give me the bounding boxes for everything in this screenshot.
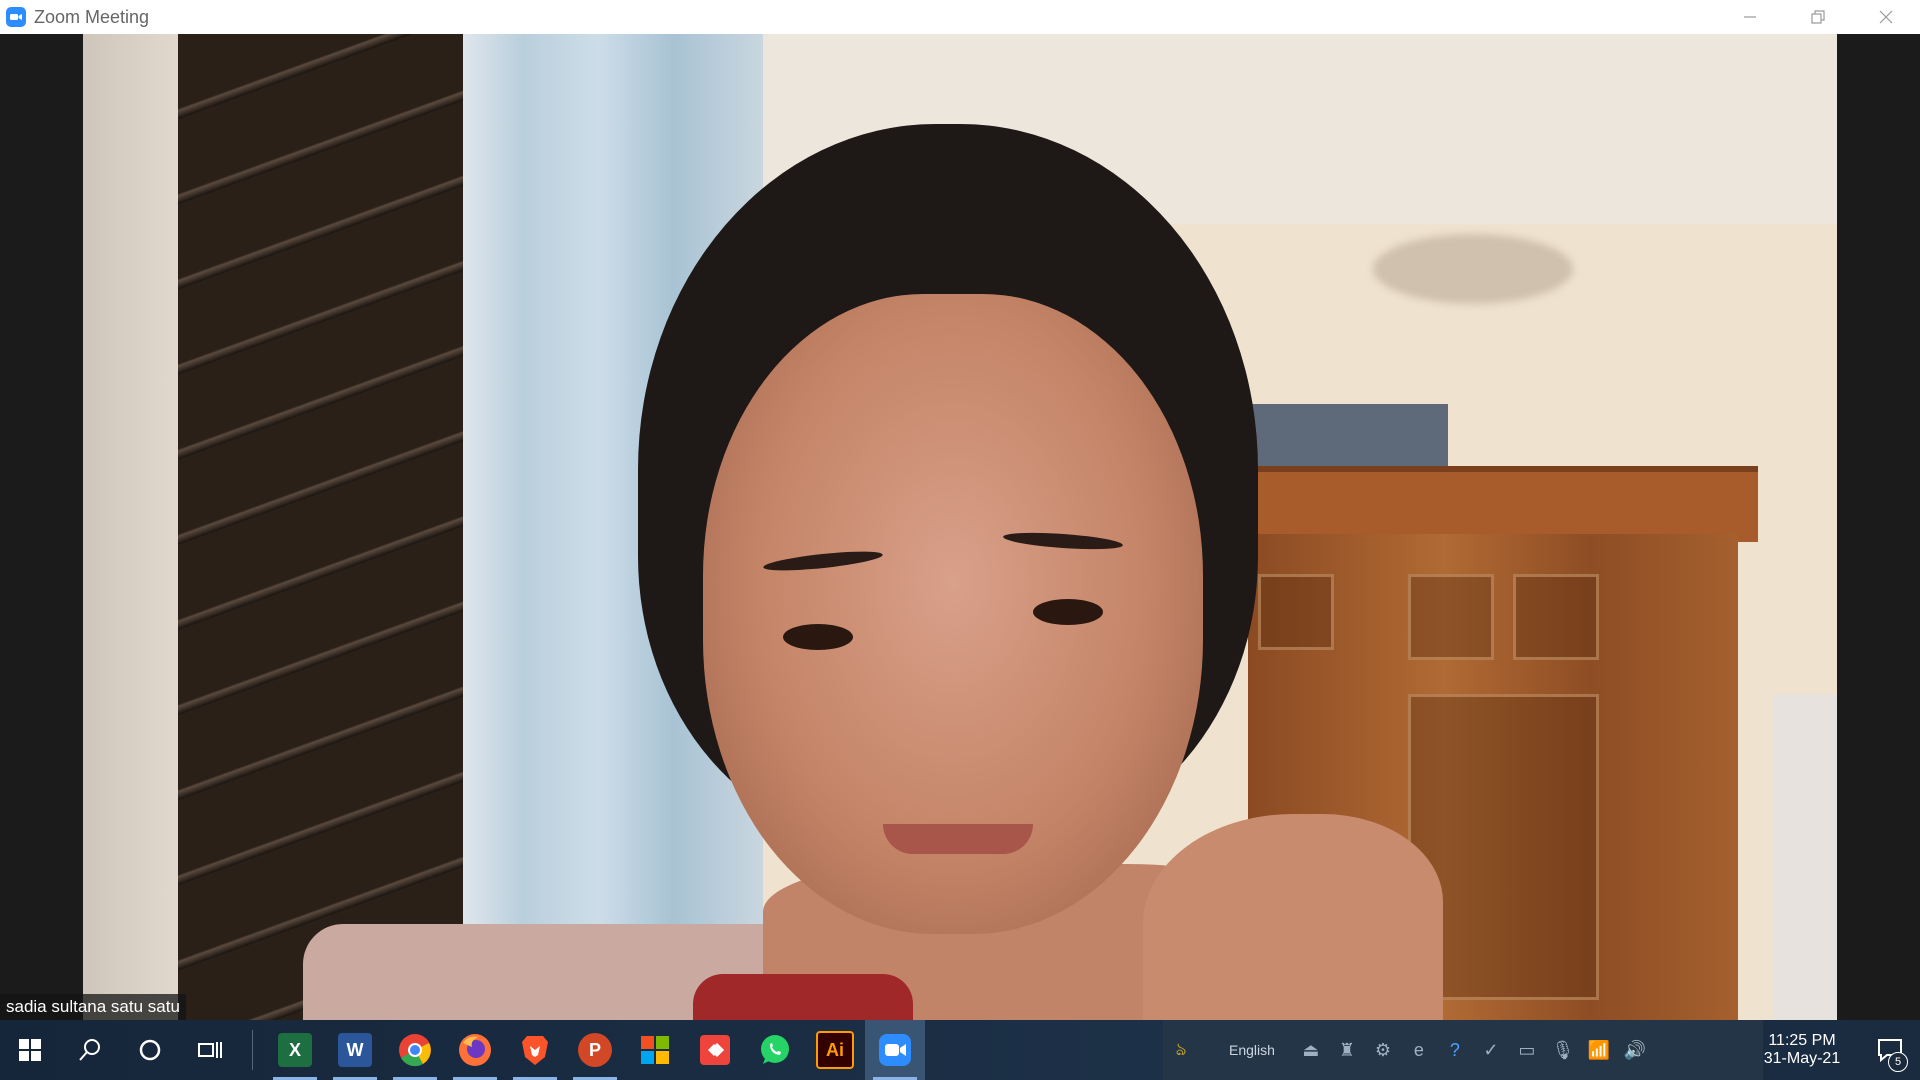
task-view-icon: [198, 1042, 222, 1058]
taskbar-app-store[interactable]: [625, 1020, 685, 1080]
keyboard-layout-icon[interactable]: ঌ: [1163, 1020, 1199, 1080]
help-icon[interactable]: ?: [1437, 1020, 1473, 1080]
person-eye: [783, 624, 853, 650]
excel-icon: X: [278, 1033, 312, 1067]
sync-icon[interactable]: ✓: [1473, 1020, 1509, 1080]
taskbar-app-firefox[interactable]: [445, 1020, 505, 1080]
participant-name-label: sadia sultana satu satu: [0, 994, 186, 1020]
powerpoint-icon: P: [578, 1033, 612, 1067]
brave-icon: [522, 1036, 548, 1065]
minimize-button[interactable]: [1716, 0, 1784, 34]
taskbar-app-whatsapp[interactable]: [745, 1020, 805, 1080]
meeting-area: sadia sultana satu satu: [0, 34, 1920, 1020]
window-title: Zoom Meeting: [34, 6, 150, 27]
anydesk-icon: [700, 1035, 730, 1065]
eject-icon[interactable]: ⏏: [1293, 1020, 1329, 1080]
person-mouth: [883, 824, 1033, 854]
clock[interactable]: 11:25 PM 31-May-21: [1742, 1020, 1862, 1080]
title-bar: Zoom Meeting: [0, 0, 1920, 34]
taskbar-app-illustrator[interactable]: Ai: [805, 1020, 865, 1080]
scene-ceiling-fan: [1373, 234, 1573, 304]
edge-icon[interactable]: e: [1401, 1020, 1437, 1080]
search-button[interactable]: [60, 1020, 120, 1080]
person-shirt: [693, 974, 913, 1020]
close-button[interactable]: [1852, 0, 1920, 34]
cortana-icon: [139, 1039, 161, 1061]
person-hand: [1143, 814, 1443, 1020]
taskbar-app-word[interactable]: W: [325, 1020, 385, 1080]
clock-date: 31-May-21: [1763, 1050, 1841, 1067]
task-view-button[interactable]: [180, 1020, 240, 1080]
cortana-button[interactable]: [120, 1020, 180, 1080]
chrome-icon: [399, 1034, 431, 1067]
word-icon: W: [338, 1033, 372, 1067]
person-eye: [1033, 599, 1103, 625]
whatsapp-icon: [761, 1035, 789, 1064]
taskbar-app-chrome[interactable]: [385, 1020, 445, 1080]
wifi-icon[interactable]: 📶: [1581, 1020, 1617, 1080]
illustrator-icon: Ai: [816, 1031, 854, 1069]
scene-wardrobe-top: [1228, 466, 1758, 542]
clock-time: 11:25 PM: [1768, 1032, 1836, 1049]
taskbar-app-zoom[interactable]: [865, 1020, 925, 1080]
restore-icon: [1811, 10, 1825, 24]
firefox-icon: [459, 1034, 491, 1066]
figure-icon[interactable]: ♜: [1329, 1020, 1365, 1080]
zoom-logo-icon: [6, 7, 26, 27]
wardrobe-panel: [1513, 574, 1599, 660]
windows-logo-icon: [19, 1039, 41, 1061]
system-tray: ঌ English ⏏ ♜ ⚙ e ? ✓ ▭ 🎙 📶 🔊: [1163, 1020, 1763, 1080]
microphone-icon[interactable]: 🎙: [1545, 1020, 1581, 1080]
battery-icon[interactable]: ▭: [1509, 1020, 1545, 1080]
participant-video[interactable]: [83, 34, 1837, 1020]
start-button[interactable]: [0, 1020, 60, 1080]
taskbar-app-anydesk[interactable]: [685, 1020, 745, 1080]
store-icon: [641, 1036, 669, 1064]
taskbar-app-powerpoint[interactable]: P: [565, 1020, 625, 1080]
search-icon: [79, 1039, 100, 1061]
window-controls: [1716, 0, 1920, 34]
scene-shelf: [1773, 694, 1837, 1020]
zoom-icon: [879, 1034, 911, 1066]
minimize-icon: [1744, 16, 1756, 18]
restore-button[interactable]: [1784, 0, 1852, 34]
settings-gear-icon[interactable]: ⚙: [1365, 1020, 1401, 1080]
taskbar-app-excel[interactable]: X: [265, 1020, 325, 1080]
volume-icon[interactable]: 🔊: [1617, 1020, 1653, 1080]
notification-count-badge: 5: [1888, 1052, 1908, 1072]
wardrobe-panel: [1408, 574, 1494, 660]
taskbar-app-brave[interactable]: [505, 1020, 565, 1080]
close-icon: [1879, 10, 1893, 24]
taskbar-separator: [252, 1030, 253, 1070]
action-center-button[interactable]: 5: [1860, 1020, 1920, 1080]
language-indicator[interactable]: English: [1229, 1042, 1275, 1058]
scene-box: [1228, 404, 1448, 469]
wardrobe-panel: [1258, 574, 1334, 650]
